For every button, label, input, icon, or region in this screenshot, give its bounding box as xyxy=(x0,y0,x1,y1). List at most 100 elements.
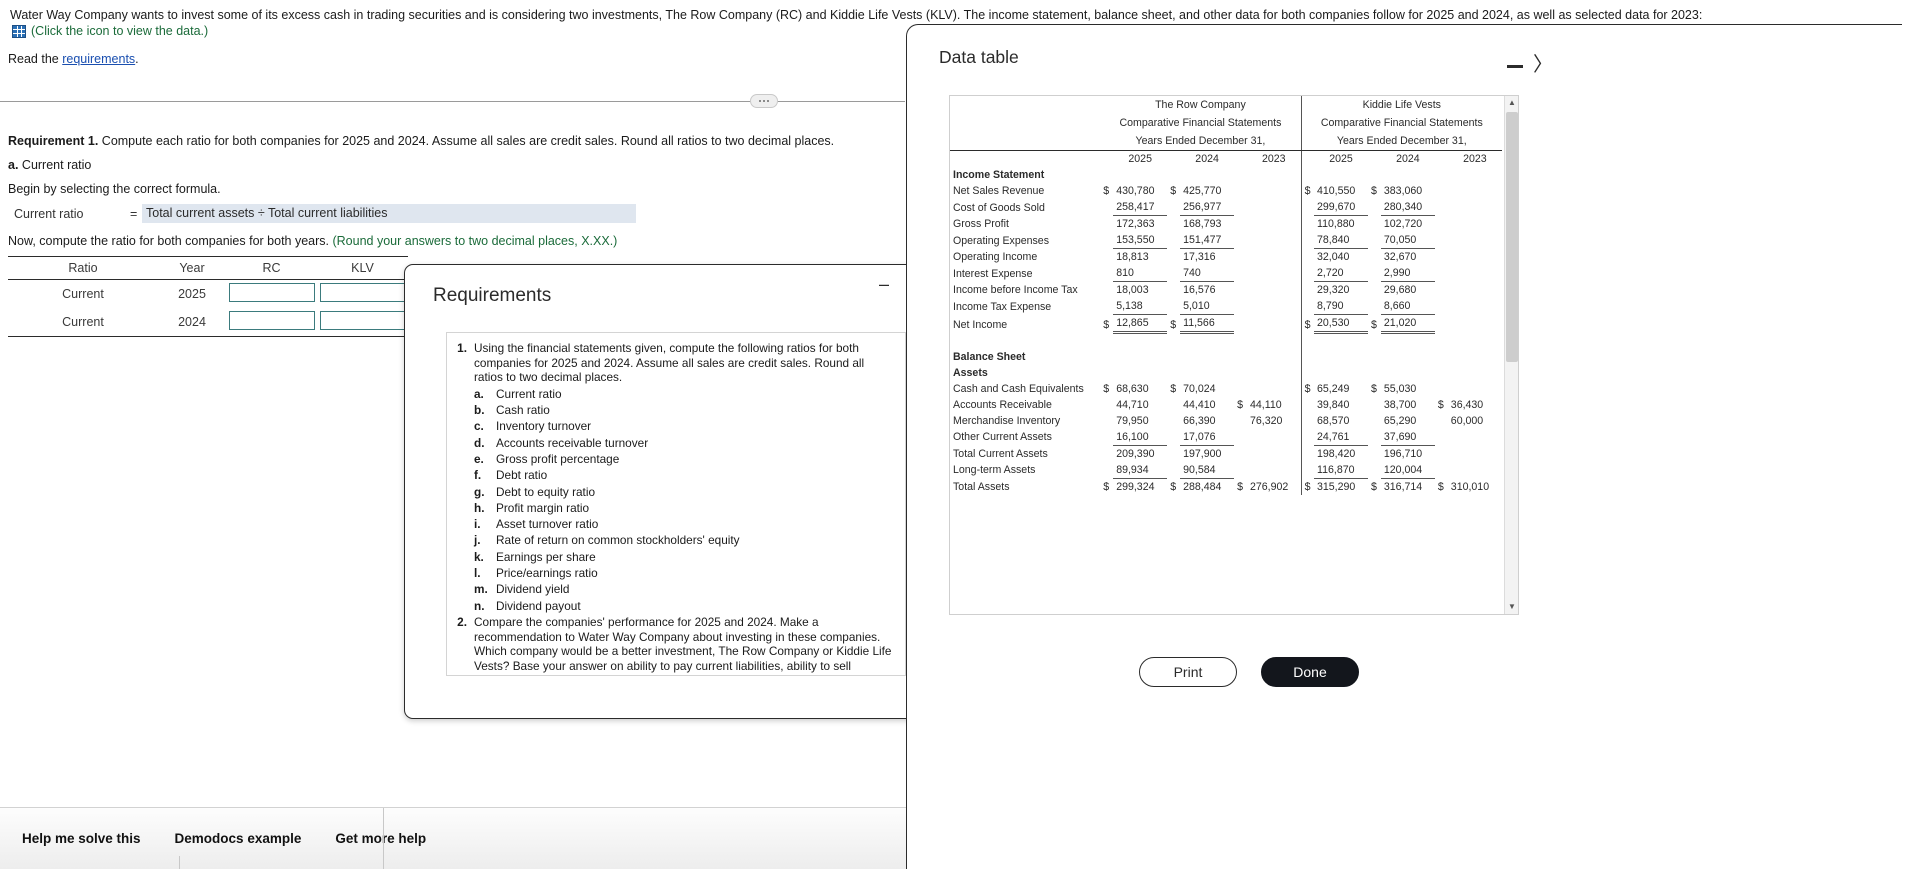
formula-select[interactable]: Total current assets ÷ Total current lia… xyxy=(142,204,636,223)
klv-2025: 68,570 xyxy=(1316,414,1350,427)
item-number: 1. xyxy=(457,341,467,355)
now-compute-text: Now, compute the ratio for both companie… xyxy=(8,234,333,248)
sub-letter: n. xyxy=(474,598,485,613)
company-name-klv: Kiddie Life Vests xyxy=(1300,96,1502,114)
rc-2025: 16,100 xyxy=(1113,428,1168,446)
minimize-icon[interactable] xyxy=(1507,65,1523,68)
rc-2024: 288,484 xyxy=(1183,480,1222,493)
rc-2025-input[interactable] xyxy=(228,283,315,302)
rc-2023 xyxy=(1247,265,1301,282)
sub-list: a. Current ratio b. Cash ratio c. Inventory… xyxy=(474,386,895,614)
cell-klv-input xyxy=(317,280,408,309)
view-data-link[interactable]: (Click the icon to view the data.) xyxy=(12,24,208,38)
rc-2025: 430,780 xyxy=(1116,185,1155,197)
sub-text: Dividend payout xyxy=(496,598,581,613)
rc-2025: 18,813 xyxy=(1116,251,1149,263)
minimize-icon[interactable]: – xyxy=(875,275,893,297)
get-more-help-button[interactable]: Get more help xyxy=(335,831,426,846)
view-data-label: (Click the icon to view the data.) xyxy=(31,24,209,38)
company-subtitle-row: Comparative Financial Statements Compara… xyxy=(950,114,1502,132)
rc-2023 xyxy=(1247,216,1301,233)
klv-2023 xyxy=(1448,282,1502,299)
klv-2025: 78,840 xyxy=(1313,232,1368,249)
done-button[interactable]: Done xyxy=(1261,657,1359,687)
year-klv-2025: 2025 xyxy=(1329,153,1353,165)
financial-statements-scroll: The Row Company Kiddie Life Vests Compar… xyxy=(950,96,1502,614)
list-item: h. Profit margin ratio xyxy=(474,500,895,516)
rc-2024: 168,793 xyxy=(1183,218,1222,230)
table-row: Current 2025 xyxy=(8,280,408,309)
company-period-rc: Years Ended December 31, xyxy=(1100,132,1302,151)
list-item: e. Gross profit percentage xyxy=(474,451,895,467)
cell-ratio-name: Current xyxy=(62,287,104,301)
klv-2024: 37,690 xyxy=(1380,428,1435,446)
scroll-down-arrow-icon[interactable]: ▼ xyxy=(1505,600,1518,614)
help-toolbar-divider-2 xyxy=(179,856,180,869)
demodocs-example-button[interactable]: Demodocs example xyxy=(175,831,302,846)
rc-2024: 151,477 xyxy=(1180,232,1235,249)
help-me-solve-this-button[interactable]: Help me solve this xyxy=(22,831,141,846)
requirements-list: 1. Using the financial statements given,… xyxy=(453,341,895,675)
right-edge-filler xyxy=(1902,0,1916,869)
klv-2025: 8,790 xyxy=(1313,298,1368,315)
rc-2023 xyxy=(1247,315,1301,333)
vertical-scrollbar[interactable]: ▲ ▼ xyxy=(1504,96,1518,614)
list-item: c. Inventory turnover xyxy=(474,418,895,434)
list-item: 2. Compare the companies' performance fo… xyxy=(453,615,895,675)
rc-2024: 16,576 xyxy=(1183,284,1216,296)
rc-2025: 44,710 xyxy=(1116,398,1149,411)
sub-text: Price/earnings ratio xyxy=(496,566,598,581)
pane-resize-handle[interactable] xyxy=(750,94,778,108)
rc-2025: 5,138 xyxy=(1113,298,1168,315)
cell-ratio-name: Current xyxy=(8,308,158,337)
rc-2025: 258,417 xyxy=(1113,199,1168,216)
klv-2023 xyxy=(1448,429,1502,446)
rc-2023 xyxy=(1247,445,1301,462)
requirements-dialog: Requirements – ✕ 1. Using the financial … xyxy=(404,264,946,719)
expand-icon[interactable]: 〉 xyxy=(1533,55,1553,75)
scroll-up-arrow-icon[interactable]: ▲ xyxy=(1505,96,1518,110)
part-text: Current ratio xyxy=(18,158,92,172)
klv-2023: 310,010 xyxy=(1450,480,1490,493)
rc-2024-input[interactable] xyxy=(228,311,315,330)
sub-letter: m. xyxy=(474,582,488,597)
read-suffix: . xyxy=(135,52,139,66)
sub-letter: e. xyxy=(474,451,484,466)
print-button[interactable]: Print xyxy=(1139,657,1237,687)
rc-2023 xyxy=(1247,249,1301,266)
klv-2025: 32,040 xyxy=(1316,251,1350,263)
table-row: Gross Profit 172,363 168,793 110,880 102… xyxy=(950,215,1502,233)
rc-2025: 18,003 xyxy=(1116,284,1149,296)
sub-letter: f. xyxy=(474,468,482,483)
read-prefix: Read the xyxy=(8,52,63,66)
table-row: Long-term Assets 89,934 90,584 116,870 1… xyxy=(950,461,1502,479)
sub-text: Profit margin ratio xyxy=(496,500,590,515)
list-item: a. Current ratio xyxy=(474,386,895,402)
rc-2025: 153,550 xyxy=(1113,232,1168,249)
rc-2024: 70,024 xyxy=(1183,382,1216,395)
year-klv-2023: 2023 xyxy=(1463,153,1487,165)
rc-2025: 209,390 xyxy=(1116,447,1155,460)
table-icon[interactable] xyxy=(12,24,26,38)
sub-text: Accounts receivable turnover xyxy=(496,435,649,450)
sub-text: Inventory turnover xyxy=(496,419,592,434)
klv-2025: 2,720 xyxy=(1313,265,1368,282)
klv-2023 xyxy=(1448,249,1502,266)
sub-text: Asset turnover ratio xyxy=(496,517,599,532)
klv-2024-input[interactable] xyxy=(319,311,406,330)
table-row: Operating Income 18,813 17,316 32,040 32… xyxy=(950,248,1502,266)
rounding-hint: (Round your answers to two decimal place… xyxy=(332,234,618,248)
table-row: Cash and Cash Equivalents $68,630 $70,02… xyxy=(950,380,1502,397)
klv-2025-input[interactable] xyxy=(319,283,406,302)
klv-2025: 116,870 xyxy=(1313,461,1368,479)
klv-2024: 383,060 xyxy=(1383,185,1423,197)
klv-2024: 316,714 xyxy=(1383,480,1423,493)
sub-letter: k. xyxy=(474,549,484,564)
read-requirements-line: Read the requirements. xyxy=(8,52,139,66)
year-rc-2023: 2023 xyxy=(1262,153,1286,165)
scrollbar-thumb[interactable] xyxy=(1506,112,1518,362)
sub-letter: l. xyxy=(474,566,481,581)
table-row: Accounts Receivable 44,710 44,410 $44,11… xyxy=(950,396,1502,413)
requirements-link[interactable]: requirements xyxy=(62,52,135,66)
klv-2023 xyxy=(1448,216,1502,233)
